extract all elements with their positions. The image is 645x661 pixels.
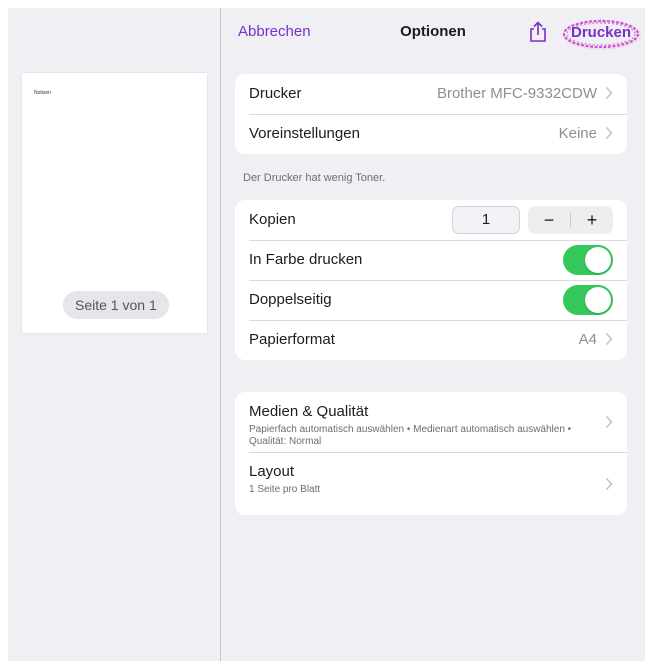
layout-title: Layout xyxy=(249,463,295,480)
toner-warning: Der Drucker hat wenig Toner. xyxy=(243,172,386,184)
copies-label: Kopien xyxy=(249,211,296,228)
media-layout-group: Medien & Qualität Papierfach automatisch… xyxy=(235,392,627,515)
presets-row[interactable]: Voreinstellungen Keine xyxy=(235,114,627,154)
duplex-row: Doppelseitig xyxy=(235,280,627,320)
copies-field[interactable]: 1 xyxy=(452,206,520,234)
decrement-button[interactable]: − xyxy=(528,206,570,234)
page-count-badge: Seite 1 von 1 xyxy=(63,291,169,319)
toggle-knob xyxy=(585,287,611,313)
color-print-toggle[interactable] xyxy=(563,245,613,275)
print-button-label: Drucken xyxy=(570,24,632,41)
page-preview-text: Notizen xyxy=(34,90,51,96)
duplex-label: Doppelseitig xyxy=(249,291,332,308)
print-options-screen: Notizen Seite 1 von 1 Abbrechen Optionen xyxy=(8,8,645,661)
options-pane: Abbrechen Optionen Drucken Drucker Broth… xyxy=(221,8,645,661)
printer-row[interactable]: Drucker Brother MFC-9332CDW xyxy=(235,74,627,114)
paper-size-row[interactable]: Papierformat A4 xyxy=(235,320,627,360)
paper-size-value: A4 xyxy=(578,331,597,348)
layout-row[interactable]: Layout 1 Seite pro Blatt xyxy=(235,452,627,515)
print-options-group: Kopien 1 − + In Farbe drucken Doppelseit… xyxy=(235,200,627,360)
layout-subtitle: 1 Seite pro Blatt xyxy=(249,484,321,495)
chevron-right-icon xyxy=(605,415,613,429)
copies-stepper: − + xyxy=(528,206,613,234)
print-button[interactable]: Drucken xyxy=(561,17,641,51)
navigation-bar: Abbrechen Optionen Drucken xyxy=(221,8,645,60)
media-quality-title: Medien & Qualität xyxy=(249,403,369,420)
printer-settings-group: Drucker Brother MFC-9332CDW Voreinstellu… xyxy=(235,74,627,154)
chevron-right-icon xyxy=(605,477,613,490)
chevron-right-icon xyxy=(605,86,613,100)
page-preview-thumbnail[interactable]: Notizen Seite 1 von 1 xyxy=(22,73,207,333)
share-icon[interactable] xyxy=(528,21,548,43)
copies-row: Kopien 1 − + xyxy=(235,200,627,240)
presets-label: Voreinstellungen xyxy=(249,125,360,142)
preview-pane: Notizen Seite 1 von 1 xyxy=(8,8,220,661)
media-quality-row[interactable]: Medien & Qualität Papierfach automatisch… xyxy=(235,392,627,452)
printer-value: Brother MFC-9332CDW xyxy=(436,85,597,102)
toggle-knob xyxy=(585,247,611,273)
presets-value: Keine xyxy=(558,125,597,142)
printer-label: Drucker xyxy=(249,85,302,102)
color-print-row: In Farbe drucken xyxy=(235,240,627,280)
duplex-toggle[interactable] xyxy=(563,285,613,315)
media-quality-subtitle: Papierfach automatisch auswählen • Medie… xyxy=(249,424,572,447)
paper-size-label: Papierformat xyxy=(249,331,335,348)
color-print-label: In Farbe drucken xyxy=(249,251,363,268)
chevron-right-icon xyxy=(605,126,613,140)
chevron-right-icon xyxy=(605,332,613,346)
increment-button[interactable]: + xyxy=(571,206,613,234)
